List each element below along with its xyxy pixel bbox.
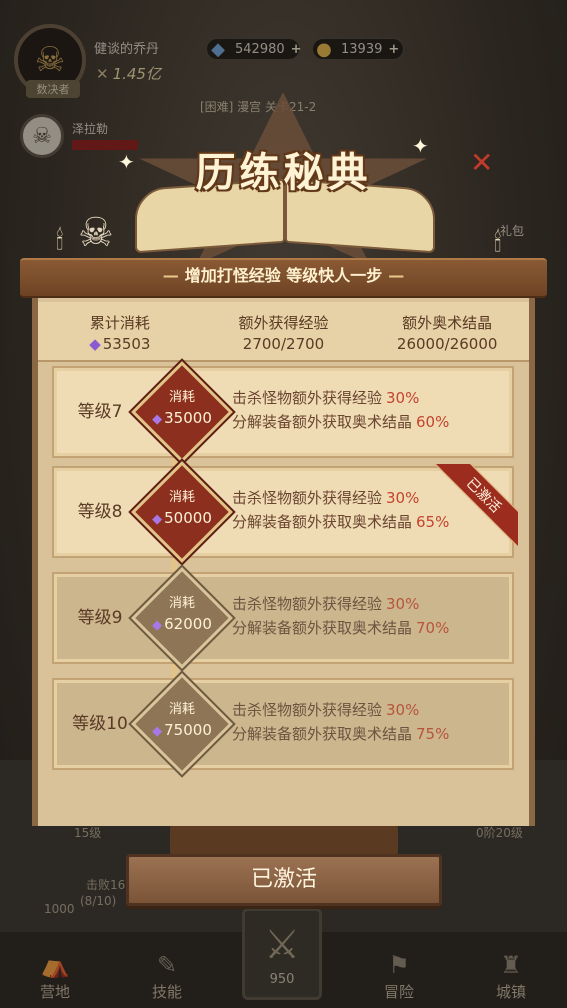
summary-value: 2700/2700 xyxy=(242,335,325,353)
summary-value-text: 53503 xyxy=(102,335,151,353)
activated-button[interactable]: 已激活 xyxy=(126,854,442,906)
tier-effects: 击杀怪物额外获得经验 30% 分解装备额外获取奥术结晶 65% xyxy=(232,486,449,534)
summary-extra-exp: 额外获得经验 2700/2700 xyxy=(202,302,366,360)
tier-effects: 击杀怪物额外获得经验 30% 分解装备额外获取奥术结晶 70% xyxy=(232,592,449,640)
effect-text: 分解装备额外获取奥术结晶 xyxy=(232,619,413,637)
effect-text: 分解装备额外获取奥术结晶 xyxy=(232,413,413,431)
effect-percent: 70% xyxy=(416,619,450,637)
tier-effects: 击杀怪物额外获得经验 30% 分解装备额外获取奥术结晶 75% xyxy=(232,698,449,746)
modal-subtitle: — 增加打怪经验 等级快人一步 — xyxy=(162,266,405,285)
candle-icon: 🕯 xyxy=(56,226,64,256)
effect-percent: 30% xyxy=(386,701,420,719)
cost-amount: 75000 xyxy=(164,721,212,739)
summary-label: 额外获得经验 xyxy=(238,314,329,332)
cost-value: ◆ 75000 xyxy=(134,721,230,739)
cost-amount: 35000 xyxy=(164,409,212,427)
cost-amount: 50000 xyxy=(164,509,212,527)
effect-text: 分解装备额外获取奥术结晶 xyxy=(232,725,413,743)
crystal-icon: ◆ xyxy=(152,412,163,427)
summary-label: 额外奥术结晶 xyxy=(402,314,493,332)
effect-text: 击杀怪物额外获得经验 xyxy=(232,389,383,407)
crystal-icon: ◆ xyxy=(152,724,163,739)
effect-percent: 30% xyxy=(386,595,420,613)
tier-row-10[interactable]: 等级10 消耗 ◆ 75000 击杀怪物额外获得经验 30% 分解装备额外获取奥术结… xyxy=(52,673,514,775)
effect-line: 分解装备额外获取奥术结晶 70% xyxy=(232,616,449,640)
skull-icon: ☠ xyxy=(78,210,114,256)
effect-line: 击杀怪物额外获得经验 30% xyxy=(232,592,449,616)
effect-line: 分解装备额外获取奥术结晶 75% xyxy=(232,722,449,746)
summary-value: 26000/26000 xyxy=(396,335,498,353)
cost-label: 消耗 xyxy=(168,702,195,717)
cost-text: 消耗 ◆ 62000 xyxy=(134,592,230,633)
effect-line: 击杀怪物额外获得经验 30% xyxy=(232,386,449,410)
cost-text: 消耗 ◆ 50000 xyxy=(134,486,230,527)
cost-text: 消耗 ◆ 35000 xyxy=(134,386,230,427)
cost-text: 消耗 ◆ 75000 xyxy=(134,698,230,739)
effect-percent: 60% xyxy=(416,413,450,431)
tier-row-7[interactable]: 等级7 消耗 ◆ 35000 击杀怪物额外获得经验 30% 分解装备额外获取奥术结晶… xyxy=(52,361,514,463)
cost-amount: 62000 xyxy=(164,615,212,633)
crystal-icon: ◆ xyxy=(89,335,101,353)
effect-text: 击杀怪物额外获得经验 xyxy=(232,701,383,719)
cost-label: 消耗 xyxy=(168,390,195,405)
effect-percent: 30% xyxy=(386,489,420,507)
effect-text: 击杀怪物额外获得经验 xyxy=(232,489,383,507)
summary-value: ◆ 53503 xyxy=(38,335,202,353)
effect-line: 击杀怪物额外获得经验 30% xyxy=(232,486,449,510)
tier-row-8[interactable]: 等级8 消耗 ◆ 50000 击杀怪物额外获得经验 30% 分解装备额外获取奥术结晶… xyxy=(52,461,518,563)
cost-label: 消耗 xyxy=(168,596,195,611)
modal-title: 历练秘典 xyxy=(195,150,372,196)
effect-line: 分解装备额外获取奥术结晶 65% xyxy=(232,510,449,534)
effect-text: 击杀怪物额外获得经验 xyxy=(232,595,383,613)
tier-row-9[interactable]: 等级9 消耗 ◆ 62000 击杀怪物额外获得经验 30% 分解装备额外获取奥术结晶… xyxy=(52,567,514,669)
effect-text: 分解装备额外获取奥术结晶 xyxy=(232,513,413,531)
activated-badge: 已激活 xyxy=(432,464,518,550)
cost-value: ◆ 62000 xyxy=(134,615,230,633)
summary-label: 累计消耗 xyxy=(89,314,150,332)
tier-effects: 击杀怪物额外获得经验 30% 分解装备额外获取奥术结晶 60% xyxy=(232,386,449,434)
crystal-icon: ◆ xyxy=(152,512,163,527)
effect-percent: 75% xyxy=(416,725,450,743)
candle-icon: 🕯 xyxy=(494,228,502,258)
cost-value: ◆ 35000 xyxy=(134,409,230,427)
cost-value: ◆ 50000 xyxy=(134,509,230,527)
summary-bar: 累计消耗 ◆ 53503 额外获得经验 2700/2700 额外奥术结晶 2600… xyxy=(38,302,529,362)
button-pedestal xyxy=(170,826,398,854)
effect-line: 分解装备额外获取奥术结晶 60% xyxy=(232,410,449,434)
summary-total-cost: 累计消耗 ◆ 53503 xyxy=(38,302,202,360)
summary-extra-crystal: 额外奥术结晶 26000/26000 xyxy=(365,302,529,360)
effect-line: 击杀怪物额外获得经验 30% xyxy=(232,698,449,722)
cost-label: 消耗 xyxy=(168,490,195,505)
subtitle-text: 增加打怪经验 等级快人一步 xyxy=(184,266,383,285)
crystal-icon: ◆ xyxy=(152,618,163,633)
activated-badge-text: 已激活 xyxy=(432,464,518,547)
effect-percent: 30% xyxy=(386,389,420,407)
